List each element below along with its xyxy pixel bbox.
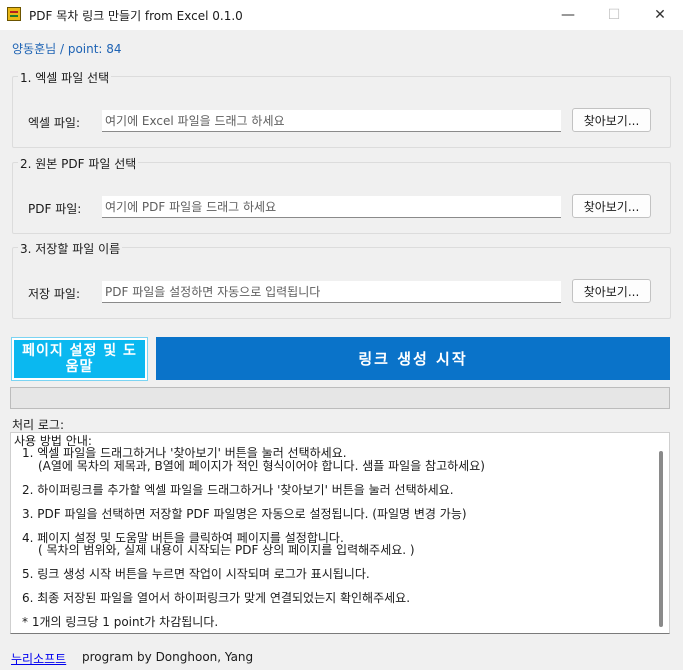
save-file-label: 저장 파일: (28, 287, 81, 301)
pdf-file-label: PDF 파일: (28, 202, 82, 216)
group-title: 1. 엑셀 파일 선택 (18, 69, 112, 86)
log-line: * 1개의 링크당 1 point가 차감됩니다. (22, 615, 219, 629)
page-settings-help-button[interactable]: 페이지 설정 및 도움말 (11, 337, 148, 381)
pdf-file-group: 2. 원본 PDF 파일 선택 PDF 파일: 찾아보기... (12, 155, 671, 234)
log-line: ( 목차의 범위와, 실제 내용이 시작되는 PDF 상의 페이지를 입력해주세… (38, 543, 415, 557)
excel-file-group: 1. 엑셀 파일 선택 엑셀 파일: 찾아보기... (12, 69, 671, 148)
save-browse-button[interactable]: 찾아보기... (572, 279, 651, 303)
window-title: PDF 목차 링크 만들기 from Excel 0.1.0 (29, 9, 243, 23)
log-line: 3. PDF 파일을 선택하면 저장할 PDF 파일명은 자동으로 설정됩니다.… (22, 507, 467, 521)
excel-file-label: 엑셀 파일: (28, 116, 81, 130)
nurisoft-link[interactable]: 누리소프트 (11, 650, 66, 667)
user-info: 양동훈님 / point: 84 (12, 42, 122, 56)
log-line: 6. 최종 저장된 파일을 열어서 하이퍼링크가 맞게 연결되었는지 확인해주세… (22, 591, 411, 605)
pdf-browse-button[interactable]: 찾아보기... (572, 194, 651, 218)
minimize-button[interactable]: — (545, 0, 591, 30)
log-textbox[interactable]: 사용 방법 안내: 1. 엑셀 파일을 드래그하거나 '찾아보기' 버튼을 눌러… (10, 432, 670, 634)
excel-browse-button[interactable]: 찾아보기... (572, 108, 651, 132)
log-line: (A열에 목차의 제목과, B열에 페이지가 적인 형식이어야 합니다. 샘플 … (38, 459, 485, 473)
pdf-file-input[interactable] (102, 196, 561, 218)
save-file-input[interactable] (102, 281, 561, 303)
start-link-generation-button[interactable]: 링크 생성 시작 (156, 337, 670, 380)
progress-bar (10, 387, 670, 409)
app-icon (7, 7, 21, 21)
log-line: 2. 하이퍼링크를 추가할 엑셀 파일을 드래그하거나 '찾아보기' 버튼을 눌… (22, 483, 454, 497)
log-label: 처리 로그: (12, 418, 65, 432)
group-title: 2. 원본 PDF 파일 선택 (18, 155, 139, 172)
close-button[interactable]: ✕ (637, 0, 683, 30)
log-line: 5. 링크 생성 시작 버튼을 누르면 작업이 시작되며 로그가 표시됩니다. (22, 567, 370, 581)
program-credit: program by Donghoon, Yang (82, 650, 254, 664)
maximize-button: ☐ (607, 7, 621, 23)
excel-file-input[interactable] (102, 110, 561, 132)
save-file-group: 3. 저장할 파일 이름 저장 파일: 찾아보기... (12, 240, 671, 319)
group-title: 3. 저장할 파일 이름 (18, 240, 123, 257)
title-bar[interactable]: PDF 목차 링크 만들기 from Excel 0.1.0 — ☐ ✕ (0, 0, 683, 30)
log-scrollbar[interactable] (659, 451, 663, 627)
